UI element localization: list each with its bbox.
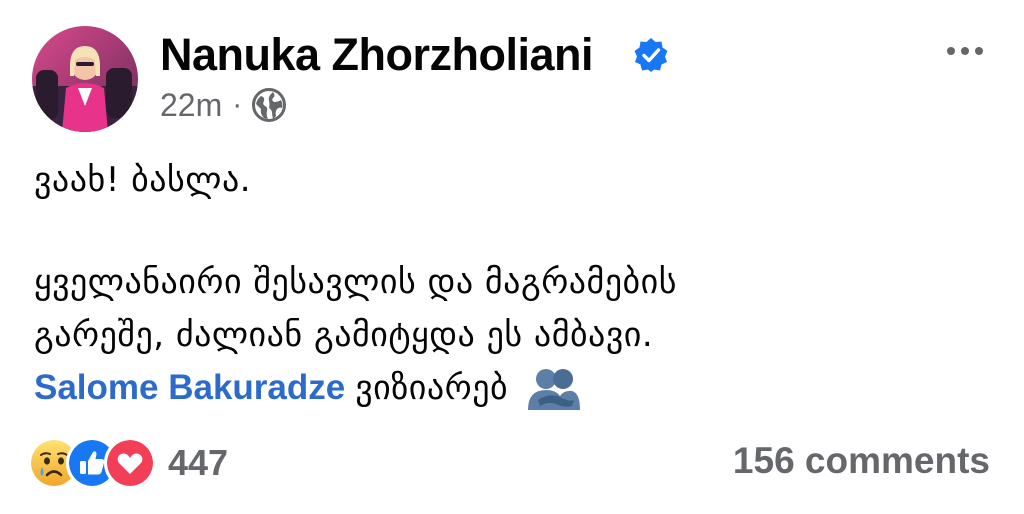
verified-badge-icon	[634, 38, 668, 72]
comments-count-link[interactable]: 156 comments	[733, 440, 990, 482]
mention-link[interactable]: Salome Bakuradze	[34, 368, 345, 408]
globe-icon[interactable]	[252, 88, 287, 122]
people-hugging-icon	[528, 369, 581, 410]
avatar[interactable]	[32, 26, 138, 132]
reaction-count: 447	[168, 442, 229, 483]
author-name[interactable]: Nanuka Zhorzholiani	[160, 30, 594, 80]
more-dot	[947, 47, 955, 55]
post-text-line: Salome Bakuradze ვიზიარებ	[34, 366, 582, 410]
post-meta: 22m ·	[160, 84, 287, 126]
love-icon	[104, 437, 156, 489]
reactions-summary[interactable]: 447	[28, 436, 228, 490]
meta-separator: ·	[232, 88, 243, 121]
more-dot	[961, 47, 969, 55]
more-dot	[975, 47, 983, 55]
avatar-image	[32, 26, 138, 132]
post-text-line: გარეშე, ძალიან გამიტყდა ეს ამბავი.	[34, 315, 654, 355]
post-time[interactable]: 22m	[160, 87, 222, 124]
post-text-tail: ვიზიარებ	[355, 368, 509, 408]
post-text-line: ვაახ! ბასლა.	[34, 160, 252, 200]
post-text-line: ყველანაირი შესავლის და მაგრამების	[34, 262, 678, 302]
more-options-button[interactable]	[940, 36, 990, 66]
